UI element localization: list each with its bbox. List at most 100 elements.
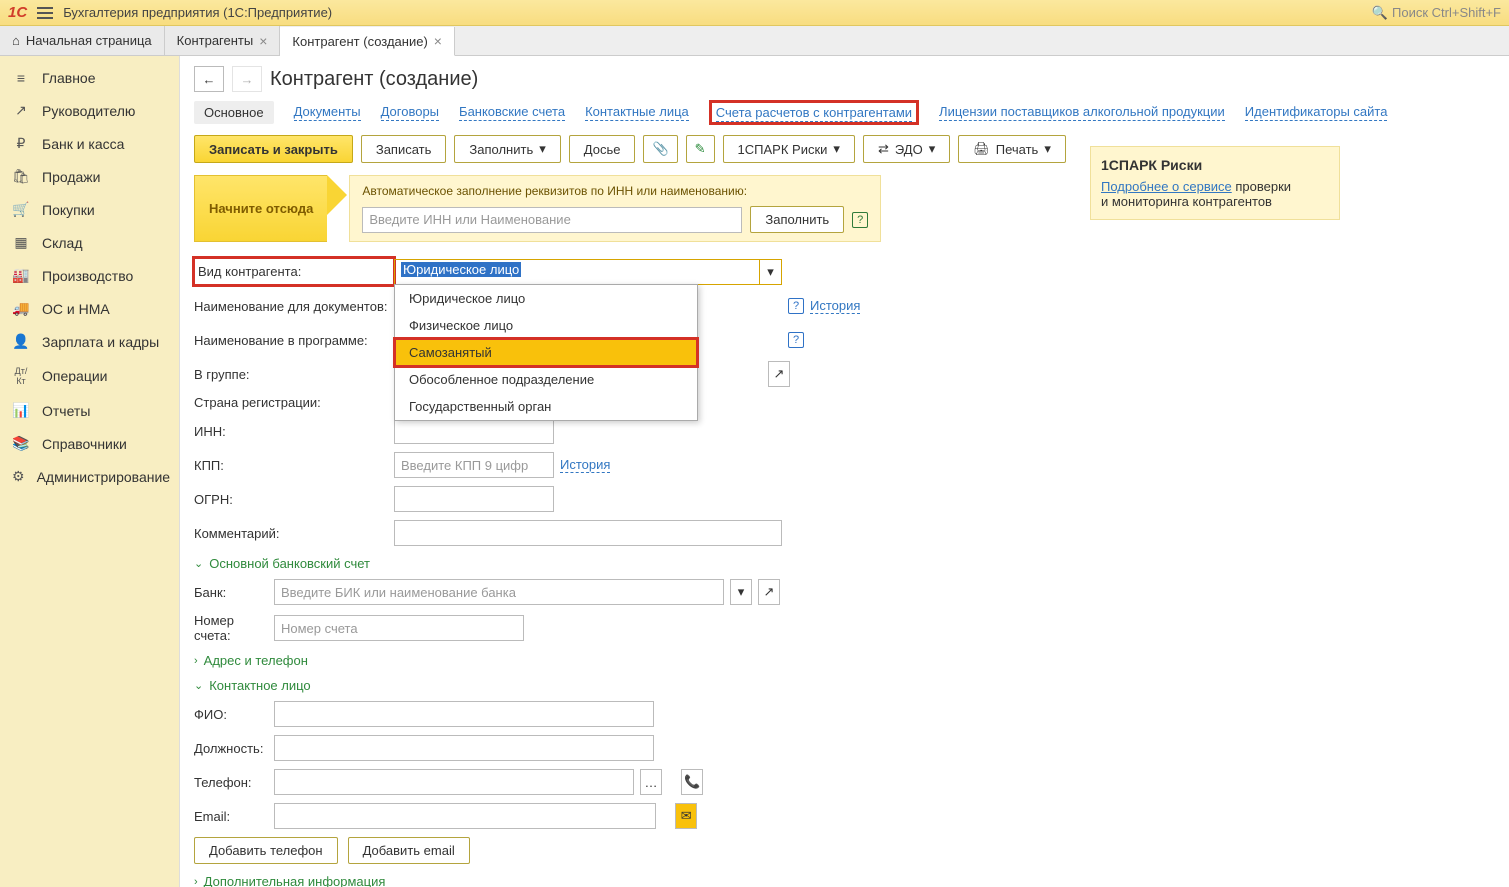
inn-input[interactable]: [394, 418, 554, 444]
tab-home[interactable]: ⌂ Начальная страница: [0, 26, 165, 55]
dropdown-option-govbody[interactable]: Государственный орган: [395, 393, 697, 420]
doc-name-label: Наименование для документов:: [194, 299, 394, 314]
sidebar-item-sales[interactable]: 🛍Продажи: [0, 160, 179, 193]
print-button[interactable]: 🖨Печать▾: [958, 135, 1066, 163]
position-input[interactable]: [274, 735, 654, 761]
help-icon[interactable]: ?: [788, 298, 804, 314]
highlight-button[interactable]: ✎: [686, 135, 715, 163]
dropdown-option-legal[interactable]: Юридическое лицо: [395, 285, 697, 312]
contact-section-header[interactable]: ⌄Контактное лицо: [194, 678, 1495, 693]
section-tab-site-ids[interactable]: Идентификаторы сайта: [1245, 104, 1388, 121]
chevron-right-icon: ›: [194, 655, 198, 667]
spark-title: 1СПАРК Риски: [1101, 157, 1329, 173]
sidebar-item-stock[interactable]: ▦Склад: [0, 226, 179, 259]
phone-more-button[interactable]: …: [640, 769, 662, 795]
dropdown-option-individual[interactable]: Физическое лицо: [395, 312, 697, 339]
nav-back-button[interactable]: ←: [194, 66, 224, 92]
help-icon[interactable]: ?: [788, 332, 804, 348]
save-button[interactable]: Записать: [361, 135, 447, 163]
tab-counterparty-create[interactable]: Контрагент (создание) ×: [280, 27, 455, 56]
section-tab-bank-accounts[interactable]: Банковские счета: [459, 104, 565, 121]
email-label: Email:: [194, 809, 274, 824]
sidebar-item-manager[interactable]: ↗Руководителю: [0, 94, 179, 127]
autofill-title: Автоматическое заполнение реквизитов по …: [362, 184, 868, 198]
sidebar-item-production[interactable]: 🏭Производство: [0, 259, 179, 292]
extra-info-section-header[interactable]: ›Дополнительная информация: [194, 874, 1495, 887]
sidebar-item-purchases[interactable]: 🛒Покупки: [0, 193, 179, 226]
address-phone-section-header[interactable]: ›Адрес и телефон: [194, 653, 1495, 668]
position-label: Должность:: [194, 741, 274, 756]
bank-open-button[interactable]: ↗: [758, 579, 780, 605]
chevron-down-icon: ▾: [1044, 141, 1051, 157]
bank-dropdown-button[interactable]: ▾: [730, 579, 752, 605]
section-tab-main[interactable]: Основное: [194, 101, 274, 124]
spark-risks-button[interactable]: 1СПАРК Риски▾: [723, 135, 855, 163]
sidebar-label: Покупки: [42, 202, 95, 218]
section-tab-contacts[interactable]: Контактные лица: [585, 104, 689, 121]
account-label: Номер счета:: [194, 613, 274, 643]
tabbar: ⌂ Начальная страница Контрагенты × Контр…: [0, 26, 1509, 56]
start-here-badge: Начните отсюда: [194, 175, 327, 242]
list-icon: ≡: [12, 70, 30, 86]
chevron-down-icon: ▾: [929, 141, 936, 157]
kpp-history-link[interactable]: История: [560, 457, 610, 473]
attach-button[interactable]: 📎: [643, 135, 677, 163]
dropdown-toggle-button[interactable]: ▾: [760, 259, 782, 285]
sidebar-item-operations[interactable]: Дт/КтОперации: [0, 358, 179, 394]
type-input[interactable]: Юридическое лицо: [394, 259, 760, 285]
section-tab-settlements[interactable]: Счета расчетов с контрагентами: [716, 105, 912, 122]
email-input[interactable]: [274, 803, 656, 829]
section-tab-alco-licenses[interactable]: Лицензии поставщиков алкогольной продукц…: [939, 104, 1225, 121]
spark-link[interactable]: Подробнее о сервисе: [1101, 179, 1232, 194]
edo-button[interactable]: ⇄ЭДО▾: [863, 135, 950, 163]
section-tab-documents[interactable]: Документы: [294, 104, 361, 121]
help-icon[interactable]: ?: [852, 212, 868, 228]
call-button[interactable]: 📞: [681, 769, 703, 795]
close-icon[interactable]: ×: [434, 33, 442, 49]
open-button[interactable]: ↗: [768, 361, 790, 387]
sidebar-item-reports[interactable]: 📊Отчеты: [0, 394, 179, 427]
bank-input[interactable]: [274, 579, 724, 605]
sidebar-item-main[interactable]: ≡Главное: [0, 62, 179, 94]
comment-input[interactable]: [394, 520, 782, 546]
sidebar-label: Склад: [42, 235, 83, 251]
type-dropdown[interactable]: Юридическое лицо ▾ Юридическое лицо Физи…: [394, 259, 782, 285]
highlight-settlements: Счета расчетов с контрагентами: [709, 100, 919, 125]
save-and-close-button[interactable]: Записать и закрыть: [194, 135, 353, 163]
bank-section-header[interactable]: ⌄Основной банковский счет: [194, 556, 1495, 571]
add-email-button[interactable]: Добавить email: [348, 837, 470, 864]
sidebar-label: Отчеты: [42, 403, 90, 419]
sidebar-item-assets[interactable]: 🚚ОС и НМА: [0, 292, 179, 325]
add-phone-button[interactable]: Добавить телефон: [194, 837, 338, 864]
sidebar-label: Справочники: [42, 436, 127, 452]
btn-label: Печать: [996, 142, 1039, 157]
search-icon: 🔍: [1372, 5, 1388, 21]
close-icon[interactable]: ×: [259, 33, 267, 49]
dropdown-option-selfemployed-highlighted[interactable]: Самозанятый: [395, 339, 697, 366]
menu-icon[interactable]: [37, 4, 53, 22]
chevron-down-icon: ▾: [833, 141, 840, 157]
dropdown-option-branch[interactable]: Обособленное подразделение: [395, 366, 697, 393]
person-icon: 👤: [12, 333, 30, 350]
sidebar-item-bank[interactable]: ₽Банк и касса: [0, 127, 179, 160]
ogrn-input[interactable]: [394, 486, 554, 512]
section-title: Дополнительная информация: [204, 874, 386, 887]
fill-button[interactable]: Заполнить▾: [454, 135, 560, 163]
type-label-highlight: Вид контрагента:: [194, 258, 394, 285]
tab-counterparties[interactable]: Контрагенты ×: [165, 26, 281, 55]
section-tab-contracts[interactable]: Договоры: [381, 104, 439, 121]
phone-input[interactable]: [274, 769, 634, 795]
autofill-button[interactable]: Заполнить: [750, 206, 844, 233]
kpp-input[interactable]: [394, 452, 554, 478]
sidebar-item-admin[interactable]: ⚙Администрирование: [0, 460, 179, 493]
account-input[interactable]: [274, 615, 524, 641]
sidebar-item-catalogs[interactable]: 📚Справочники: [0, 427, 179, 460]
autofill-input[interactable]: [362, 207, 742, 233]
email-send-button[interactable]: ✉: [675, 803, 697, 829]
history-link[interactable]: История: [810, 298, 860, 314]
fio-input[interactable]: [274, 701, 654, 727]
sidebar-item-payroll[interactable]: 👤Зарплата и кадры: [0, 325, 179, 358]
global-search[interactable]: 🔍 Поиск Ctrl+Shift+F: [1372, 5, 1501, 21]
dossier-button[interactable]: Досье: [569, 135, 636, 163]
attach-icon: 📎: [652, 141, 668, 157]
